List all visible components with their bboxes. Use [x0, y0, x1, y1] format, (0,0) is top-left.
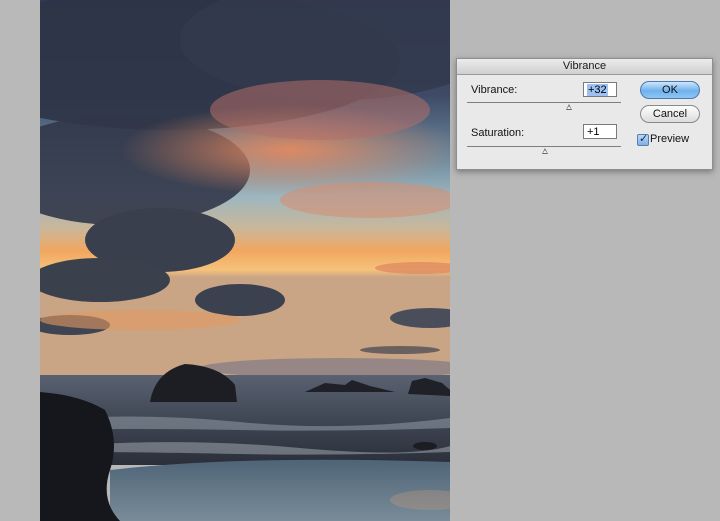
- checkmark-icon: ✓: [639, 133, 649, 145]
- preview-checkbox[interactable]: ✓: [637, 133, 649, 146]
- preview-label[interactable]: Preview: [650, 133, 689, 145]
- canvas-left-margin: [0, 0, 40, 521]
- vibrance-slider-thumb-icon[interactable]: [565, 104, 572, 110]
- vibrance-input[interactable]: +32: [583, 82, 617, 97]
- vibrance-value: +32: [587, 84, 608, 96]
- saturation-label: Saturation:: [471, 127, 525, 139]
- cancel-button[interactable]: Cancel: [640, 105, 700, 123]
- saturation-slider-track[interactable]: [467, 146, 621, 147]
- vibrance-slider-track[interactable]: [467, 102, 621, 103]
- saturation-slider-thumb-icon[interactable]: [541, 148, 548, 154]
- dialog-title[interactable]: Vibrance: [457, 59, 712, 75]
- saturation-input[interactable]: +1: [583, 124, 617, 139]
- ok-button[interactable]: OK: [640, 81, 700, 99]
- vibrance-label: Vibrance:: [471, 84, 518, 96]
- sunset-photo-canvas[interactable]: [40, 0, 450, 521]
